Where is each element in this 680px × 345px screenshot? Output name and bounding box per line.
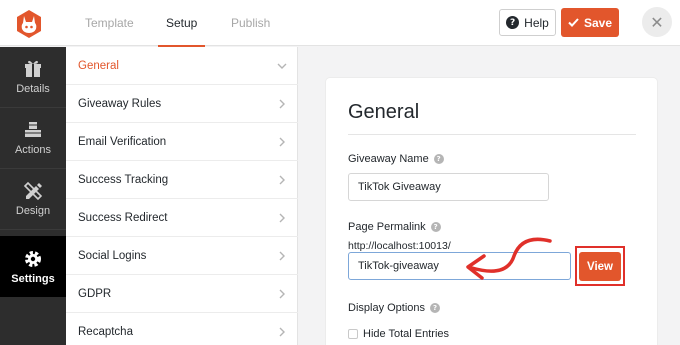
gift-icon — [25, 60, 41, 77]
sidebar-item-details[interactable]: Details — [0, 47, 66, 108]
panel-title: General — [348, 101, 420, 123]
sidebar-item-label: Design — [15, 205, 51, 217]
rabbit-logo-icon[interactable] — [14, 9, 44, 39]
settings-menu-label: GDPR — [78, 287, 112, 300]
chevron-right-icon — [279, 175, 285, 185]
settings-menu-label: General — [78, 59, 119, 72]
chevron-right-icon — [279, 99, 285, 109]
settings-menu: General Giveaway Rules Email Verificatio… — [66, 47, 298, 345]
settings-menu-item-gdpr[interactable]: GDPR — [66, 275, 298, 313]
display-options-label-text: Display Options — [348, 302, 426, 314]
settings-menu-label: Success Tracking — [78, 173, 169, 186]
settings-menu-item-email-verification[interactable]: Email Verification — [66, 123, 298, 161]
giveaway-name-input[interactable]: TikTok Giveaway — [348, 173, 549, 201]
settings-menu-item-success-redirect[interactable]: Success Redirect — [66, 199, 298, 237]
tab-publish[interactable]: Publish — [231, 0, 270, 46]
tab-template[interactable]: Template — [85, 0, 134, 46]
chevron-right-icon — [279, 289, 285, 299]
settings-menu-item-social-logins[interactable]: Social Logins — [66, 237, 298, 275]
chevron-right-icon — [279, 251, 285, 261]
page-permalink-label: Page Permalink ? — [348, 221, 441, 233]
sidebar-item-design[interactable]: Design — [0, 169, 66, 230]
pencil-ruler-icon — [23, 181, 43, 201]
chevron-down-icon — [277, 63, 287, 69]
settings-menu-label: Social Logins — [78, 249, 147, 262]
chevron-right-icon — [279, 327, 285, 337]
sidebar-item-actions[interactable]: Actions — [0, 108, 66, 169]
settings-menu-label: Giveaway Rules — [78, 97, 162, 110]
close-button[interactable]: ✕ — [642, 7, 672, 37]
hide-total-entries-label: Hide Total Entries — [363, 328, 450, 340]
sidebar-item-label: Actions — [14, 144, 52, 156]
settings-menu-label: Recaptcha — [78, 325, 133, 338]
question-icon: ? — [506, 16, 520, 29]
gear-icon — [25, 250, 41, 267]
save-button[interactable]: Save — [561, 8, 619, 37]
giveaway-name-label: Giveaway Name ? — [348, 153, 444, 165]
giveaway-name-label-text: Giveaway Name — [348, 153, 429, 165]
hide-total-entries-checkbox[interactable] — [348, 329, 358, 339]
chevron-right-icon — [279, 213, 285, 223]
settings-menu-label: Email Verification — [78, 135, 167, 148]
permalink-prefix: http://localhost:10013/ — [348, 240, 451, 252]
view-button[interactable]: View — [579, 252, 621, 281]
display-options-label: Display Options ? — [348, 302, 441, 314]
chevron-right-icon — [279, 137, 285, 147]
settings-menu-item-giveaway-rules[interactable]: Giveaway Rules — [66, 85, 298, 123]
general-settings-panel: General Giveaway Name ? TikTok Giveaway … — [326, 78, 657, 345]
page-permalink-label-text: Page Permalink — [348, 221, 426, 233]
tab-setup[interactable]: Setup — [157, 0, 206, 47]
settings-menu-item-recaptcha[interactable]: Recaptcha — [66, 313, 298, 345]
checkmark-icon — [568, 18, 579, 27]
help-tooltip-icon[interactable]: ? — [430, 303, 441, 313]
settings-menu-label: Success Redirect — [78, 211, 168, 224]
top-bar: Template Setup Publish ? Help Save ✕ — [0, 0, 680, 47]
annotation-arrow-icon — [466, 237, 552, 280]
divider — [348, 134, 636, 135]
sidebar: Details Actions Design Settings — [0, 47, 66, 345]
sidebar-item-settings[interactable]: Settings — [0, 236, 66, 297]
settings-menu-item-general[interactable]: General — [66, 47, 298, 85]
sidebar-item-label: Settings — [11, 272, 55, 285]
help-button[interactable]: ? Help — [499, 9, 556, 36]
sidebar-item-label: Details — [16, 83, 50, 95]
help-tooltip-icon[interactable]: ? — [433, 154, 444, 164]
settings-menu-item-success-tracking[interactable]: Success Tracking — [66, 161, 298, 199]
help-tooltip-icon[interactable]: ? — [430, 222, 441, 232]
cubes-icon — [25, 122, 41, 137]
close-icon: ✕ — [650, 12, 664, 32]
save-label: Save — [583, 15, 613, 30]
help-label: Help — [524, 15, 549, 30]
